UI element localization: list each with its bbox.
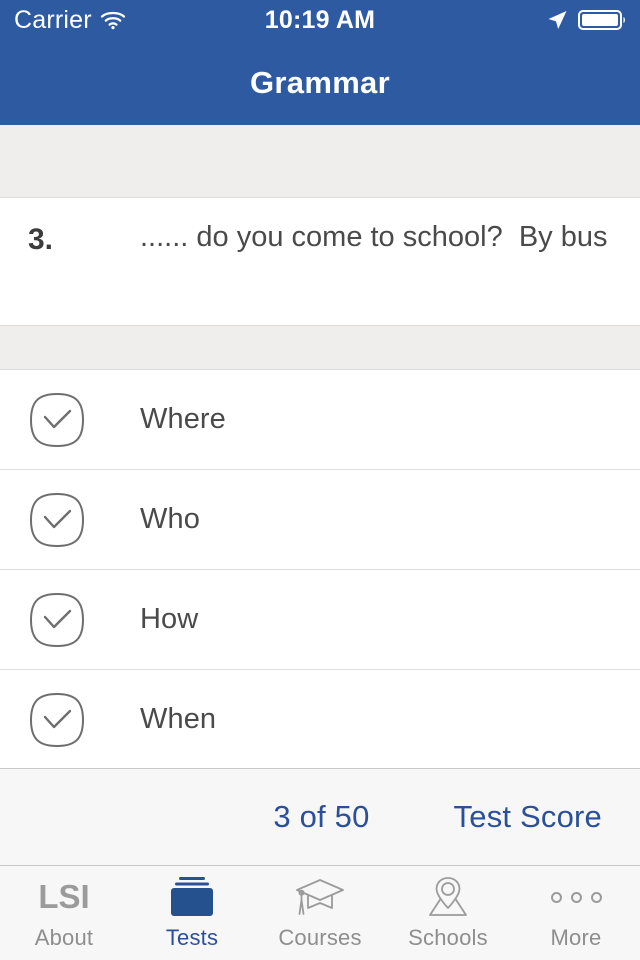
- status-bar-right: [546, 9, 640, 31]
- tab-about[interactable]: LSI About: [0, 866, 128, 960]
- lsi-logo-icon: LSI: [38, 875, 89, 919]
- option-label: When: [140, 703, 217, 735]
- checkbox-unselected-icon[interactable]: [28, 591, 86, 649]
- tab-more[interactable]: More: [512, 866, 640, 960]
- section-header-options: [0, 325, 640, 370]
- status-bar-time: 10:19 AM: [264, 5, 376, 34]
- app-root: Carrier 10:19 AM Grammar 3. ...... do yo…: [0, 0, 640, 960]
- ellipsis-icon: [550, 875, 602, 919]
- checkbox-unselected-icon[interactable]: [28, 491, 86, 549]
- tab-label-more: More: [550, 925, 602, 950]
- status-bar: Carrier 10:19 AM: [0, 0, 640, 40]
- checkbox-unselected-icon[interactable]: [28, 691, 86, 749]
- graduation-cap-icon: [294, 875, 346, 919]
- tab-schools[interactable]: Schools: [384, 866, 512, 960]
- test-score-button[interactable]: Test Score: [454, 799, 602, 835]
- section-header-top: [0, 125, 640, 198]
- option-label: Where: [140, 403, 226, 435]
- lsi-logo-text: LSI: [38, 878, 90, 915]
- question-progress-label[interactable]: 3 of 50: [273, 799, 369, 835]
- tab-label-about: About: [34, 925, 94, 950]
- tab-label-schools: Schools: [408, 925, 488, 950]
- option-label: Who: [140, 503, 200, 535]
- option-label: How: [140, 603, 199, 635]
- books-stack-icon: [167, 875, 217, 919]
- question-text: ...... do you come to school? By bus: [140, 221, 608, 253]
- battery-icon: [578, 9, 628, 31]
- ellipsis-dot: [570, 891, 582, 903]
- ellipsis-dot: [550, 891, 562, 903]
- tab-tests[interactable]: Tests: [128, 866, 256, 960]
- tab-label-tests: Tests: [165, 925, 219, 950]
- tab-courses[interactable]: Courses: [256, 866, 384, 960]
- option-row-2[interactable]: How: [0, 570, 640, 670]
- question-cell: 3. ...... do you come to school? By bus: [0, 198, 640, 325]
- option-row-1[interactable]: Who: [0, 470, 640, 570]
- location-arrow-icon: [546, 9, 568, 31]
- checkbox-unselected-icon[interactable]: [28, 391, 86, 449]
- bottom-toolbar: 3 of 50 Test Score: [0, 768, 640, 865]
- map-pin-icon: [424, 875, 472, 919]
- tab-label-courses: Courses: [278, 925, 362, 950]
- option-row-3[interactable]: When: [0, 670, 640, 768]
- question-list: 3. ...... do you come to school? By bus …: [0, 125, 640, 768]
- question-number: 3.: [28, 223, 54, 256]
- tab-bar: LSI About Tests Courses Schools More: [0, 865, 640, 960]
- ellipsis-dot: [590, 891, 602, 903]
- navigation-bar: Grammar: [0, 40, 640, 125]
- option-row-0[interactable]: Where: [0, 370, 640, 470]
- page-title: Grammar: [250, 64, 390, 100]
